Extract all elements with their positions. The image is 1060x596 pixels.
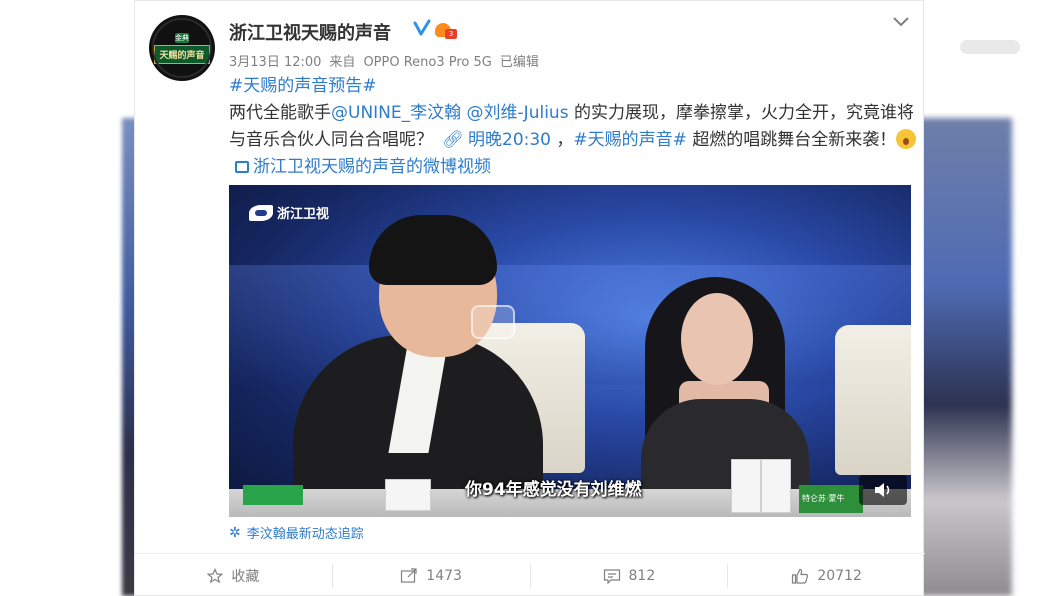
post-text: 两代全能歌手 — [229, 103, 331, 123]
repost-icon — [401, 567, 417, 583]
favorite-label: 收藏 — [231, 568, 260, 585]
avatar-ring — [152, 18, 212, 78]
like-button[interactable]: 20712 — [728, 568, 925, 584]
thumbs-up-icon — [792, 568, 809, 584]
milk-carton — [731, 459, 761, 513]
station-mark-icon — [249, 204, 273, 221]
sponsor-sign: 特仑苏·蒙牛 — [799, 485, 863, 513]
comment-button[interactable]: 812 — [531, 568, 728, 584]
video-link[interactable]: 浙江卫视天赐的声音的微博视频 — [253, 157, 491, 177]
star-icon — [207, 567, 224, 583]
tracking-link[interactable]: ✲ 李汶翰最新动态追踪 — [229, 523, 364, 543]
verified-badge-icon — [413, 19, 433, 39]
post-text: 超燃的唱跳舞台全新来袭！ — [692, 130, 897, 150]
milk-carton — [761, 459, 791, 513]
hashtag-link[interactable]: #天赐的声音预告# — [229, 76, 377, 96]
judge-chair — [835, 325, 911, 475]
repost-button[interactable]: 1473 — [333, 568, 530, 584]
backdrop-right — [912, 118, 1012, 596]
repost-count: 1473 — [426, 567, 462, 584]
station-name: 浙江卫视 — [277, 207, 330, 222]
post-body: #天赐的声音预告# 两代全能歌手@UNINE_李汶翰 @刘维-Julius 的实… — [229, 73, 919, 181]
milk-carton — [385, 479, 431, 511]
hashtag-inline-link[interactable]: #天赐的声音# — [573, 130, 687, 150]
weibo-post-card: 金典 天赐的声音 浙江卫视天赐的声音 3 3月13日 12:00 来自 OPPO R… — [134, 0, 925, 596]
edited-flag: 已编辑 — [499, 55, 539, 70]
vip-crown-icon: 3 — [435, 19, 461, 39]
action-bar: 收藏 1473 812 20712 — [135, 553, 925, 596]
post-date[interactable]: 3月13日 12:00 — [229, 55, 321, 70]
video-subtitle: 你94年感觉没有刘维燃 — [465, 480, 642, 500]
comma-text: ， — [556, 130, 574, 150]
screenshot-stage: 金典 天赐的声音 浙江卫视天赐的声音 3 3月13日 12:00 来自 OPPO R… — [0, 0, 1060, 596]
station-logo: 浙江卫视 — [249, 203, 329, 222]
post-source[interactable]: OPPO Reno3 Pro 5G — [363, 55, 491, 70]
sparkle-icon: ✲ — [229, 524, 241, 541]
author-name[interactable]: 浙江卫视天赐的声音 — [229, 19, 391, 45]
avatar[interactable]: 金典 天赐的声音 — [149, 15, 215, 81]
mouth-shield — [471, 305, 515, 339]
shocked-emoji-icon — [896, 129, 917, 149]
woman-face — [681, 293, 753, 385]
speaker-icon[interactable] — [859, 475, 907, 505]
mention-link[interactable]: @UNINE_李汶翰 — [331, 103, 461, 123]
mention-link[interactable]: @刘维-Julius — [467, 103, 569, 123]
desk-green-card — [243, 485, 303, 505]
link-icon: 🔗︎ — [442, 130, 464, 150]
comment-icon — [603, 568, 620, 584]
time-link[interactable]: 明晚20:30 — [468, 130, 551, 150]
favorite-button[interactable]: 收藏 — [135, 566, 332, 586]
source-prefix: 来自 — [329, 55, 356, 70]
backdrop-pill — [960, 40, 1020, 54]
video-icon — [235, 161, 249, 173]
video-player[interactable]: 特仑苏·蒙牛 浙江卫视 你94年感觉没有刘维燃 — [229, 185, 911, 517]
post-meta: 3月13日 12:00 来自 OPPO Reno3 Pro 5G 已编辑 — [229, 51, 547, 70]
like-count: 20712 — [817, 567, 862, 584]
tracking-label[interactable]: 李汶翰最新动态追踪 — [247, 523, 364, 542]
chevron-down-icon[interactable] — [892, 13, 910, 27]
comment-count: 812 — [628, 567, 656, 584]
